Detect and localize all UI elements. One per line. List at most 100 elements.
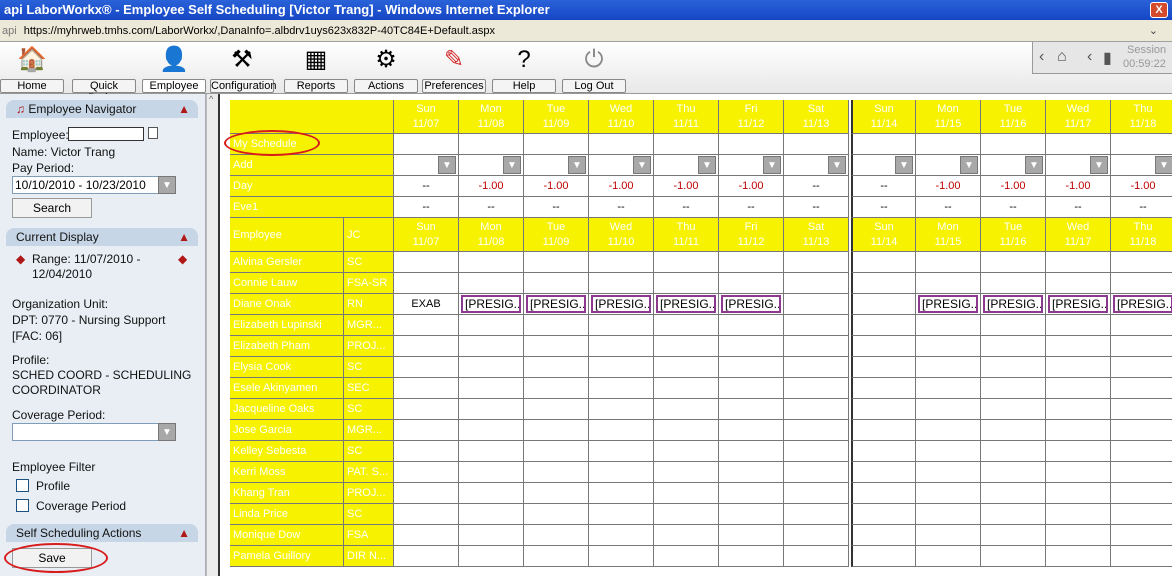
shift-cell[interactable]: [PRESIG... xyxy=(916,294,981,315)
shift-cell[interactable] xyxy=(981,399,1046,420)
shift-cell[interactable] xyxy=(784,462,849,483)
shift-block[interactable]: [PRESIG... xyxy=(721,295,781,313)
add-shift-select[interactable]: ▼ xyxy=(784,155,849,176)
shift-cell[interactable] xyxy=(784,399,849,420)
shift-cell[interactable] xyxy=(394,441,459,462)
my-schedule-cell[interactable] xyxy=(459,134,524,155)
shift-cell[interactable] xyxy=(719,420,784,441)
shift-cell[interactable] xyxy=(1111,420,1172,441)
shift-cell[interactable] xyxy=(851,315,916,336)
shift-cell[interactable] xyxy=(1046,420,1111,441)
shift-cell[interactable] xyxy=(981,252,1046,273)
shift-cell[interactable] xyxy=(654,357,719,378)
shift-cell[interactable] xyxy=(916,315,981,336)
shift-cell[interactable] xyxy=(654,525,719,546)
shift-cell[interactable] xyxy=(784,441,849,462)
shift-cell[interactable] xyxy=(654,462,719,483)
shift-cell[interactable] xyxy=(784,252,849,273)
collapse-icon[interactable]: ▲ xyxy=(178,228,190,246)
shift-cell[interactable] xyxy=(719,462,784,483)
forward-arrow-icon[interactable]: ‹ xyxy=(1087,48,1092,66)
shift-cell[interactable] xyxy=(719,483,784,504)
employee-name-cell[interactable]: Monique Dow xyxy=(230,525,344,546)
employee-name-cell[interactable]: Alvina Gersler xyxy=(230,252,344,273)
shift-cell[interactable] xyxy=(459,420,524,441)
shift-cell[interactable] xyxy=(916,273,981,294)
employee-name-cell[interactable]: Pamela Guillory xyxy=(230,546,344,567)
shift-cell[interactable] xyxy=(654,315,719,336)
shift-cell[interactable] xyxy=(719,441,784,462)
my-schedule-cell[interactable] xyxy=(784,134,849,155)
chevron-down-icon[interactable]: ▼ xyxy=(960,156,978,174)
my-schedule-cell[interactable] xyxy=(394,134,459,155)
add-shift-select[interactable]: ▼ xyxy=(524,155,589,176)
shift-cell[interactable] xyxy=(1046,483,1111,504)
shift-cell[interactable] xyxy=(916,504,981,525)
shift-cell[interactable] xyxy=(1046,357,1111,378)
shift-block[interactable]: [PRESIG... xyxy=(918,295,978,313)
shift-cell[interactable] xyxy=(981,441,1046,462)
shift-cell[interactable] xyxy=(851,252,916,273)
shift-cell[interactable] xyxy=(851,294,916,315)
employee-name-cell[interactable]: Esele Akinyamen xyxy=(230,378,344,399)
shift-cell[interactable] xyxy=(916,483,981,504)
shift-cell[interactable] xyxy=(784,273,849,294)
shift-cell[interactable] xyxy=(394,399,459,420)
splitter-bar[interactable]: ^ xyxy=(206,94,218,576)
toolbar-home[interactable]: 🏠 Home xyxy=(0,45,64,93)
employee-name-cell[interactable]: Elizabeth Lupinski xyxy=(230,315,344,336)
shift-cell[interactable] xyxy=(1046,378,1111,399)
shift-cell[interactable] xyxy=(394,336,459,357)
employee-name-cell[interactable]: Elysia Cook xyxy=(230,357,344,378)
collapse-icon[interactable]: ▲ xyxy=(178,100,190,118)
shift-cell[interactable] xyxy=(589,483,654,504)
shift-cell[interactable] xyxy=(1111,336,1172,357)
shift-cell[interactable] xyxy=(719,252,784,273)
shift-cell[interactable]: [PRESIG... xyxy=(654,294,719,315)
chevron-down-icon[interactable]: ▼ xyxy=(1025,156,1043,174)
add-shift-select[interactable]: ▼ xyxy=(459,155,524,176)
shift-cell[interactable] xyxy=(1046,546,1111,567)
shift-cell[interactable] xyxy=(1111,378,1172,399)
shift-cell[interactable] xyxy=(394,252,459,273)
shift-cell[interactable] xyxy=(1111,315,1172,336)
shift-cell[interactable] xyxy=(654,504,719,525)
shift-cell[interactable] xyxy=(524,336,589,357)
add-shift-select[interactable]: ▼ xyxy=(719,155,784,176)
shift-cell[interactable] xyxy=(459,525,524,546)
add-shift-select[interactable]: ▼ xyxy=(916,155,981,176)
shift-cell[interactable] xyxy=(589,525,654,546)
shift-cell[interactable] xyxy=(719,336,784,357)
employee-name-cell[interactable]: Elizabeth Pham xyxy=(230,336,344,357)
shift-cell[interactable] xyxy=(784,378,849,399)
shift-cell[interactable] xyxy=(524,273,589,294)
shift-cell[interactable] xyxy=(459,273,524,294)
shift-cell[interactable] xyxy=(916,420,981,441)
employee-name-cell[interactable]: Linda Price xyxy=(230,504,344,525)
chevron-down-icon[interactable]: ▼ xyxy=(828,156,846,174)
add-shift-select[interactable]: ▼ xyxy=(394,155,459,176)
document-icon[interactable] xyxy=(148,127,158,139)
shift-cell[interactable] xyxy=(719,273,784,294)
shift-cell[interactable] xyxy=(654,336,719,357)
shift-cell[interactable] xyxy=(916,525,981,546)
shift-cell[interactable] xyxy=(394,357,459,378)
shift-cell[interactable] xyxy=(916,441,981,462)
shift-cell[interactable] xyxy=(459,399,524,420)
shift-cell[interactable] xyxy=(589,378,654,399)
shift-cell[interactable] xyxy=(459,252,524,273)
toolbar-quick-badge[interactable]: Quick Badge xyxy=(72,45,136,104)
shift-cell[interactable] xyxy=(851,357,916,378)
shift-cell[interactable] xyxy=(981,483,1046,504)
employee-navigator-header[interactable]: ♫ Employee Navigator ▲ xyxy=(6,100,198,118)
shift-cell[interactable] xyxy=(719,357,784,378)
shift-cell[interactable] xyxy=(981,273,1046,294)
pay-period-select[interactable]: 10/10/2010 - 10/23/2010 xyxy=(12,176,176,194)
shift-cell[interactable] xyxy=(654,273,719,294)
toolbar-configuration[interactable]: ⚒ Configuration xyxy=(210,45,276,93)
employee-name-cell[interactable]: Connie Lauw xyxy=(230,273,344,294)
shift-cell[interactable] xyxy=(394,378,459,399)
shift-cell[interactable] xyxy=(459,441,524,462)
shift-cell[interactable] xyxy=(719,315,784,336)
shift-cell[interactable] xyxy=(654,546,719,567)
